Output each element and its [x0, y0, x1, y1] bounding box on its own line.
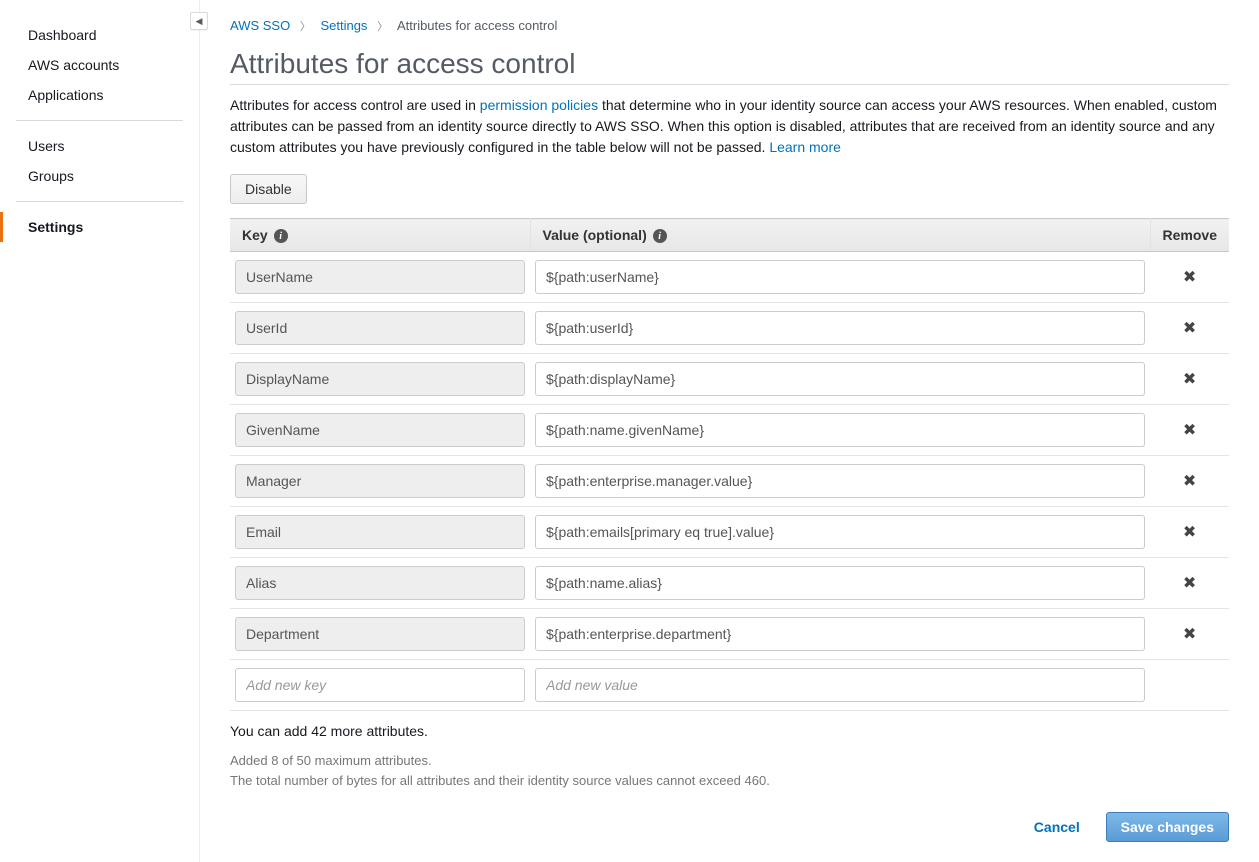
page-title: Attributes for access control: [230, 48, 1229, 85]
info-icon[interactable]: i: [274, 229, 288, 243]
hint-sub: Added 8 of 50 maximum attributes. The to…: [230, 751, 1229, 790]
nav-divider: [16, 120, 183, 121]
attribute-key-input[interactable]: [235, 464, 525, 498]
breadcrumb-settings[interactable]: Settings: [320, 18, 367, 33]
sidebar-item-applications[interactable]: Applications: [0, 80, 199, 110]
sidebar-item-users[interactable]: Users: [0, 131, 199, 161]
hint-remaining: You can add 42 more attributes.: [230, 723, 1229, 739]
remove-icon[interactable]: ✖: [1181, 471, 1199, 491]
sidebar-collapse-toggle[interactable]: ◀: [190, 12, 208, 30]
new-key-input[interactable]: [235, 668, 525, 702]
attribute-key-input[interactable]: [235, 311, 525, 345]
remove-icon[interactable]: ✖: [1181, 318, 1199, 338]
remove-icon[interactable]: ✖: [1181, 573, 1199, 593]
save-changes-button[interactable]: Save changes: [1106, 812, 1229, 842]
attribute-key-input[interactable]: [235, 617, 525, 651]
remove-icon[interactable]: ✖: [1181, 420, 1199, 440]
attribute-value-input[interactable]: [535, 464, 1145, 498]
breadcrumb: AWS SSO 〉 Settings 〉 Attributes for acce…: [230, 18, 1229, 34]
new-value-input[interactable]: [535, 668, 1145, 702]
remove-icon[interactable]: ✖: [1181, 267, 1199, 287]
th-value-label: Value (optional): [543, 227, 647, 243]
remove-icon[interactable]: ✖: [1181, 369, 1199, 389]
attribute-value-input[interactable]: [535, 362, 1145, 396]
description-text: Attributes for access control are used i…: [230, 97, 480, 113]
table-row: ✖: [230, 609, 1229, 660]
sidebar-item-aws-accounts[interactable]: AWS accounts: [0, 50, 199, 80]
table-row-new: [230, 660, 1229, 711]
sidebar-item-groups[interactable]: Groups: [0, 161, 199, 191]
link-learn-more[interactable]: Learn more: [769, 139, 841, 155]
sidebar: ◀ Dashboard AWS accounts Applications Us…: [0, 0, 200, 862]
hint-bytes: The total number of bytes for all attrib…: [230, 771, 1229, 791]
attribute-value-input[interactable]: [535, 260, 1145, 294]
chevron-right-icon: 〉: [377, 18, 388, 34]
disable-button[interactable]: Disable: [230, 174, 307, 204]
nav-group-2: Users Groups: [0, 127, 199, 195]
attribute-value-input[interactable]: [535, 617, 1145, 651]
attribute-key-input[interactable]: [235, 515, 525, 549]
table-row: ✖: [230, 354, 1229, 405]
main-content: AWS SSO 〉 Settings 〉 Attributes for acce…: [200, 0, 1259, 862]
attribute-value-input[interactable]: [535, 566, 1145, 600]
cancel-button[interactable]: Cancel: [1020, 813, 1094, 841]
th-key-label: Key: [242, 227, 268, 243]
th-key: Key i: [230, 219, 530, 252]
attribute-key-input[interactable]: [235, 413, 525, 447]
table-row: ✖: [230, 456, 1229, 507]
th-value: Value (optional) i: [530, 219, 1150, 252]
attribute-key-input[interactable]: [235, 566, 525, 600]
attribute-value-input[interactable]: [535, 311, 1145, 345]
chevron-right-icon: 〉: [300, 18, 311, 34]
nav-divider: [16, 201, 183, 202]
sidebar-item-settings[interactable]: Settings: [0, 212, 199, 242]
attribute-key-input[interactable]: [235, 260, 525, 294]
attribute-key-input[interactable]: [235, 362, 525, 396]
sidebar-item-dashboard[interactable]: Dashboard: [0, 20, 199, 50]
breadcrumb-current: Attributes for access control: [397, 18, 557, 33]
table-row: ✖: [230, 252, 1229, 303]
th-remove: Remove: [1150, 219, 1229, 252]
link-permission-policies[interactable]: permission policies: [480, 97, 598, 113]
hint-added: Added 8 of 50 maximum attributes.: [230, 751, 1229, 771]
attribute-value-input[interactable]: [535, 515, 1145, 549]
attribute-value-input[interactable]: [535, 413, 1145, 447]
page-description: Attributes for access control are used i…: [230, 95, 1229, 158]
table-row: ✖: [230, 507, 1229, 558]
breadcrumb-root[interactable]: AWS SSO: [230, 18, 290, 33]
table-row: ✖: [230, 558, 1229, 609]
footer-actions: Cancel Save changes: [230, 812, 1229, 842]
table-row: ✖: [230, 303, 1229, 354]
nav-group-3: Settings: [0, 208, 199, 246]
nav-group-1: Dashboard AWS accounts Applications: [0, 16, 199, 114]
toolbar: Disable: [230, 174, 1229, 204]
remove-icon[interactable]: ✖: [1181, 624, 1199, 644]
attributes-table: Key i Value (optional) i Remove ✖ ✖ ✖ ✖ ✖ ✖ ✖ ✖: [230, 218, 1229, 711]
remove-icon[interactable]: ✖: [1181, 522, 1199, 542]
table-row: ✖: [230, 405, 1229, 456]
info-icon[interactable]: i: [653, 229, 667, 243]
